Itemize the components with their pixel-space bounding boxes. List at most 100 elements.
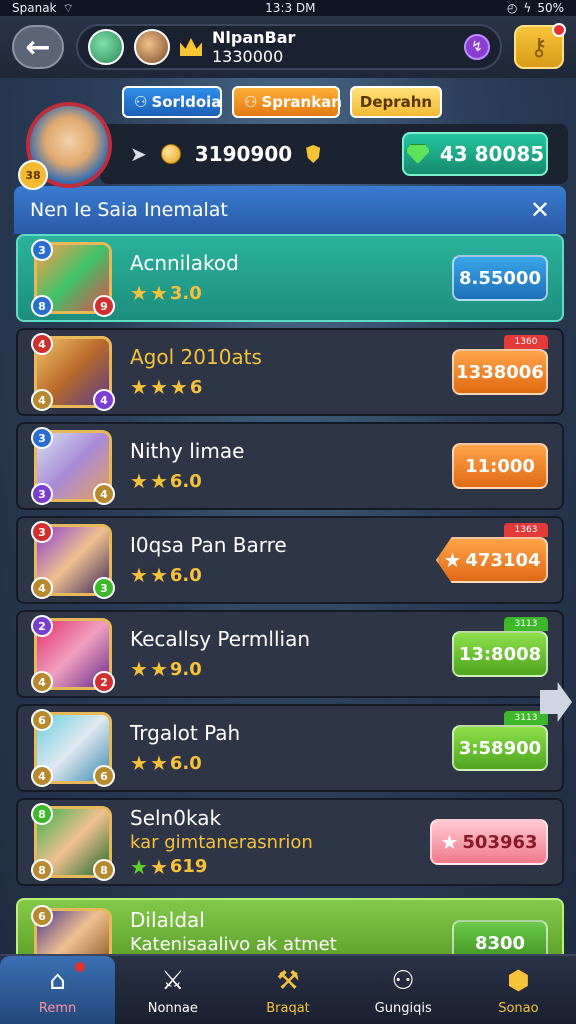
star-icon: ★: [440, 830, 459, 854]
group-icon: ⚇: [391, 965, 415, 996]
badge: 3: [31, 239, 53, 261]
send-icon[interactable]: ➤: [130, 142, 147, 166]
tab-sprankan[interactable]: ⚇ Sprankan: [232, 86, 342, 118]
list-item[interactable]: 6 Dilaldal Katenisaalivo ak atmet 8300: [16, 898, 564, 968]
nav-label: Sonao: [498, 1000, 539, 1016]
list-item[interactable]: 3 8 9 Acnnilakod ★ ★ 3.0 8.55000: [16, 234, 564, 322]
player-panel[interactable]: NlpanBar 1330000 ↯: [76, 24, 502, 70]
price-button[interactable]: 8.55000: [452, 255, 548, 301]
item-rating: ★ ★ 6.0: [130, 563, 436, 587]
list-item[interactable]: 6 4 6 Trgalot Pah ★ ★ 6.0 3113 3:58900: [16, 704, 564, 792]
bottom-nav: ⌂ Remn ⚔ Nonnae ⚒ Braqat ⚇ Gungiqis ⬢ So…: [0, 954, 576, 1024]
badge: 8: [31, 295, 53, 317]
item-title: Trgalot Pah: [130, 721, 241, 745]
star-icon: ★: [130, 563, 148, 587]
badge: 3: [93, 577, 115, 599]
gems-button[interactable]: 43 80085: [402, 132, 548, 176]
item-rating: ★ ★ 6.0: [130, 751, 452, 775]
badge: 2: [93, 671, 115, 693]
item-rating: ★ ★ 3.0: [130, 281, 452, 305]
badge: 4: [31, 671, 53, 693]
item-thumbnail: 3 3 4: [31, 427, 115, 505]
item-title: Dilaldal: [130, 908, 205, 932]
star-icon: ★: [149, 854, 168, 879]
tab-deprahn[interactable]: Deprahn: [350, 86, 442, 118]
price-tag: 1360: [504, 335, 548, 349]
price-button[interactable]: 1338006: [452, 349, 548, 395]
price-tag: 1363: [504, 523, 548, 537]
badge: 6: [31, 905, 53, 927]
nav-gungiqis[interactable]: ⚇ Gungiqis: [346, 956, 461, 1024]
tab-label: Sprankan: [261, 93, 342, 111]
sword-shield-icon: ⚔: [161, 965, 185, 996]
badge: 4: [31, 765, 53, 787]
list-item[interactable]: 4 4 4 Agol 2010ats ★ ★ ★ 6 1360 1338006: [16, 328, 564, 416]
key-button[interactable]: ⚷: [514, 23, 566, 69]
item-rating: ★ ★ 9.0: [130, 657, 452, 681]
nav-nonnae[interactable]: ⚔ Nonnae: [115, 956, 230, 1024]
badge: 8: [31, 859, 53, 881]
back-button[interactable]: ←: [12, 25, 64, 69]
lightning-icon[interactable]: ↯: [464, 34, 490, 60]
hammer-icon: ⚒: [276, 965, 300, 996]
status-bar: Spanak ⌔ 13:3 DM ◴ ϟ 50%: [0, 0, 576, 16]
nav-label: Remn: [38, 1000, 77, 1016]
gems-value: 43 80085: [439, 142, 545, 166]
price-tag: 3113: [504, 617, 548, 631]
rating-value: 6.0: [169, 752, 202, 774]
price-button[interactable]: 11:000: [452, 443, 548, 489]
list-item[interactable]: 8 8 8 Seln0kak kar gimtanerasnrion ★ ★ 619…: [16, 798, 564, 886]
nav-home[interactable]: ⌂ Remn: [0, 956, 116, 1024]
star-icon: ★: [149, 657, 168, 681]
rating-value: 6.0: [169, 470, 202, 492]
price-value: 503963: [462, 831, 538, 853]
star-icon: ★: [130, 375, 148, 399]
carrier-label: Spanak: [12, 1, 57, 15]
nav-braqat[interactable]: ⚒ Braqat: [230, 956, 345, 1024]
crown-icon: [180, 38, 202, 56]
player-score: 1330000: [212, 47, 284, 66]
tab-sorldoia[interactable]: ⚇ Sorldoia: [122, 86, 222, 118]
item-rating: ★ ★ 6.0: [130, 469, 452, 493]
clock: 13:3 DM: [265, 1, 316, 15]
close-icon[interactable]: ✕: [530, 196, 550, 224]
item-thumbnail: 3 4 3: [31, 521, 115, 599]
bolt-icon: ϟ: [523, 1, 532, 15]
star-icon: ★: [130, 281, 148, 305]
list-header: Nen Ie Saia Inemalat ✕: [14, 186, 566, 234]
nav-sonao[interactable]: ⬢ Sonao: [461, 956, 576, 1024]
star-icon: ★: [130, 657, 148, 681]
badge: 4: [93, 483, 115, 505]
list-item[interactable]: 3 3 4 Nithy limae ★ ★ 6.0 11:000: [16, 422, 564, 510]
list-item[interactable]: 2 4 2 Kecallsy Permllian ★ ★ 9.0 3113 13:8…: [16, 610, 564, 698]
top-bar: ← NlpanBar 1330000 ↯ ⚷: [0, 16, 576, 78]
star-icon: ★: [443, 548, 462, 572]
price-button[interactable]: ★ 503963: [430, 819, 548, 865]
arrow-left-icon: ←: [25, 29, 51, 65]
star-icon: ★: [149, 375, 168, 399]
people-icon: ⚇: [244, 93, 258, 111]
home-icon: ⌂: [49, 965, 66, 996]
item-rating: ★ ★ 619: [130, 855, 430, 879]
price-value: 473104: [465, 549, 541, 571]
badge: 2: [31, 615, 53, 637]
rating-value: 3.0: [169, 282, 202, 304]
nav-label: Nonnae: [147, 1000, 198, 1016]
star-icon: ★: [149, 751, 168, 775]
price-button[interactable]: 3:58900: [452, 725, 548, 771]
item-thumbnail: 4 4 4: [31, 333, 115, 411]
key-icon: ⚷: [530, 33, 548, 61]
price-button[interactable]: 13:8008: [452, 631, 548, 677]
list-item[interactable]: 3 4 3 I0qsa Pan Barre ★ ★ 6.0 1363 ★ 473104: [16, 516, 564, 604]
badge: 6: [31, 709, 53, 731]
people-icon: ⚇: [134, 93, 148, 111]
level-badge: 38: [18, 160, 48, 190]
notification-dot: [552, 23, 566, 37]
tab-label: Sorldoia: [151, 93, 222, 111]
price-button[interactable]: ★ 473104: [436, 537, 548, 583]
rating-value: 619: [169, 856, 208, 877]
badge: 6: [93, 765, 115, 787]
coins-value: 3190900: [194, 142, 293, 166]
badge: 3: [31, 427, 53, 449]
list-title: Nen Ie Saia Inemalat: [30, 199, 228, 221]
